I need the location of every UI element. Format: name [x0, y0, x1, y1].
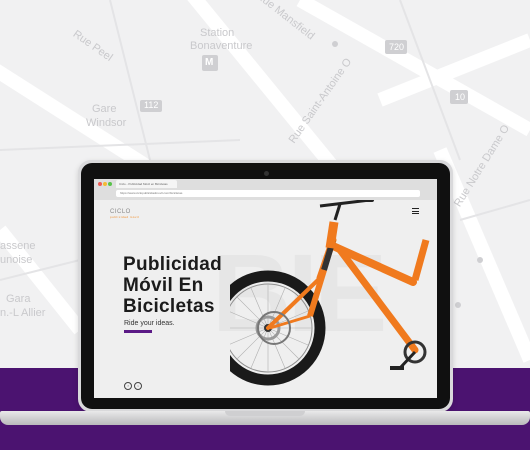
camera-icon — [264, 171, 269, 176]
web-page: BIE CICLO publicidad móvil Publicidad Mó… — [94, 200, 437, 398]
laptop-lid: Ciclo - Publicidad Móvil en Bicicletas h… — [78, 160, 453, 412]
browser-chrome: Ciclo - Publicidad Móvil en Bicicletas h… — [94, 179, 437, 200]
address-bar[interactable]: https://www.ciclopublicidadmovil.com/bic… — [116, 190, 420, 197]
logo-tagline: publicidad móvil — [110, 215, 140, 219]
hero-subtitle: Ride your ideas. — [124, 320, 175, 327]
map-label-unoise: unoise — [0, 254, 33, 266]
map-label-bonaventure: Bonaventure — [190, 40, 253, 52]
map-badge-112: 112 — [144, 100, 159, 110]
headline-line-3: Bicicletas — [123, 296, 215, 317]
bicycle-image — [230, 200, 430, 386]
map-badge-720: 720 — [389, 42, 405, 52]
hero-headline: Publicidad Móvil En Bicicletas — [123, 254, 222, 317]
site-logo[interactable]: CICLO publicidad móvil — [110, 209, 139, 219]
map-label-gara: Gara — [6, 293, 31, 305]
twitter-icon[interactable]: t — [134, 382, 142, 390]
facebook-icon[interactable]: f — [124, 382, 132, 390]
laptop-opening-notch — [225, 411, 305, 416]
headline-line-2: Móvil En — [123, 275, 204, 296]
map-label-windsor: Windsor — [86, 117, 127, 129]
accent-underline — [124, 330, 152, 333]
laptop-bezel: Ciclo - Publicidad Móvil en Bicicletas h… — [81, 163, 450, 409]
map-label-gare: Gare — [92, 103, 117, 115]
map-label-assene: assene — [0, 240, 36, 252]
minimize-window-button[interactable] — [103, 182, 107, 186]
close-window-button[interactable] — [98, 182, 102, 186]
metro-icon: M — [205, 57, 214, 68]
browser-tab[interactable]: Ciclo - Publicidad Móvil en Bicicletas — [116, 180, 177, 188]
laptop-screen: Ciclo - Publicidad Móvil en Bicicletas h… — [94, 179, 437, 398]
maximize-window-button[interactable] — [108, 182, 112, 186]
map-label-allier: n.-L Allier — [0, 307, 46, 319]
map-badge-10: 10 — [455, 92, 466, 102]
headline-line-1: Publicidad — [123, 254, 223, 275]
map-label-station: Station — [200, 27, 235, 39]
